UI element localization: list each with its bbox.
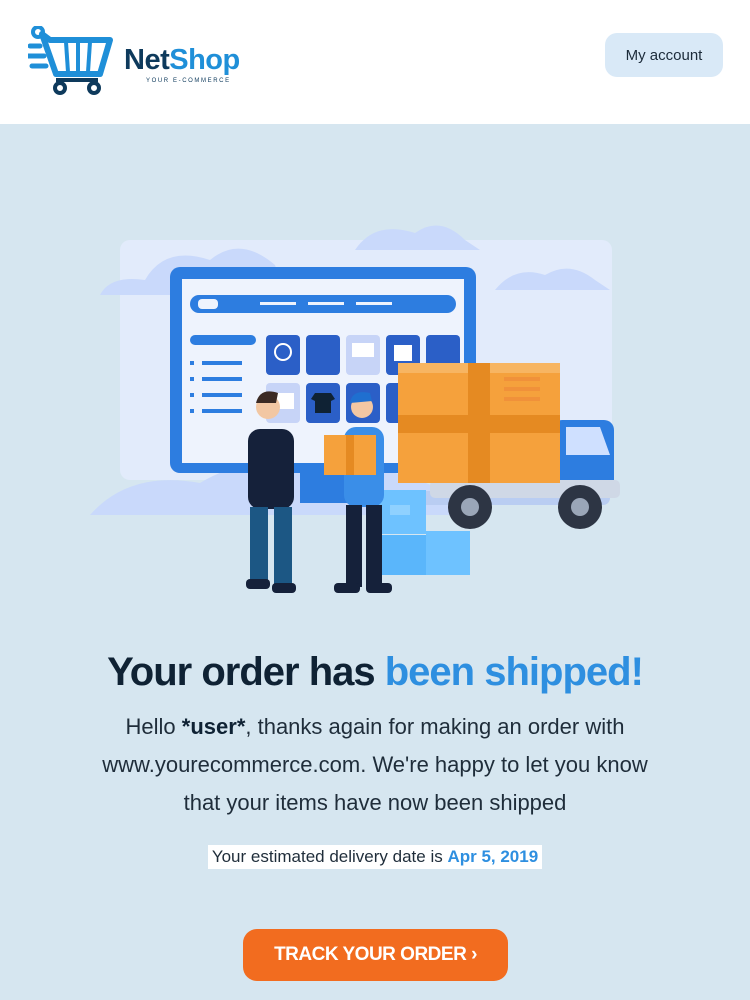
message-line3: that your items have now been shipped: [183, 790, 567, 815]
brand-name-part1: Net: [124, 44, 170, 76]
order-message: Hello *user*, thanks again for making an…: [50, 708, 700, 822]
message-line2: www.yourecommerce.com. We're happy to le…: [102, 752, 648, 777]
user-name: *user*: [181, 714, 246, 739]
brand-name: NetShop: [124, 44, 240, 77]
cloud-top: [355, 225, 480, 250]
title-part1: Your order has: [107, 650, 385, 694]
brand-name-part2: Shop: [169, 44, 240, 76]
track-order-button[interactable]: TRACK YOUR ORDER ›: [243, 929, 508, 981]
greeting: Hello: [125, 714, 182, 739]
shopping-cart-icon: [25, 25, 113, 95]
netshop-logo[interactable]: NetShop YOUR E-COMMERCE: [25, 25, 268, 98]
message-line1: , thanks again for making an order with: [245, 714, 625, 739]
shipping-illustration: [90, 225, 620, 593]
email-header: NetShop YOUR E-COMMERCE My account: [0, 0, 750, 124]
my-account-button[interactable]: My account: [605, 33, 723, 77]
delivery-label: Your estimated delivery date is: [211, 847, 448, 866]
delivery-estimate: Your estimated delivery date is Apr 5, 2…: [0, 845, 750, 869]
delivery-date: Apr 5, 2019: [447, 847, 539, 866]
delivery-box: Your estimated delivery date is Apr 5, 2…: [207, 845, 543, 869]
brand-tagline: YOUR E-COMMERCE: [146, 78, 231, 84]
page-title: Your order has been shipped!: [0, 650, 750, 695]
title-part2: been shipped!: [384, 650, 644, 694]
gift-icon: [394, 345, 412, 361]
